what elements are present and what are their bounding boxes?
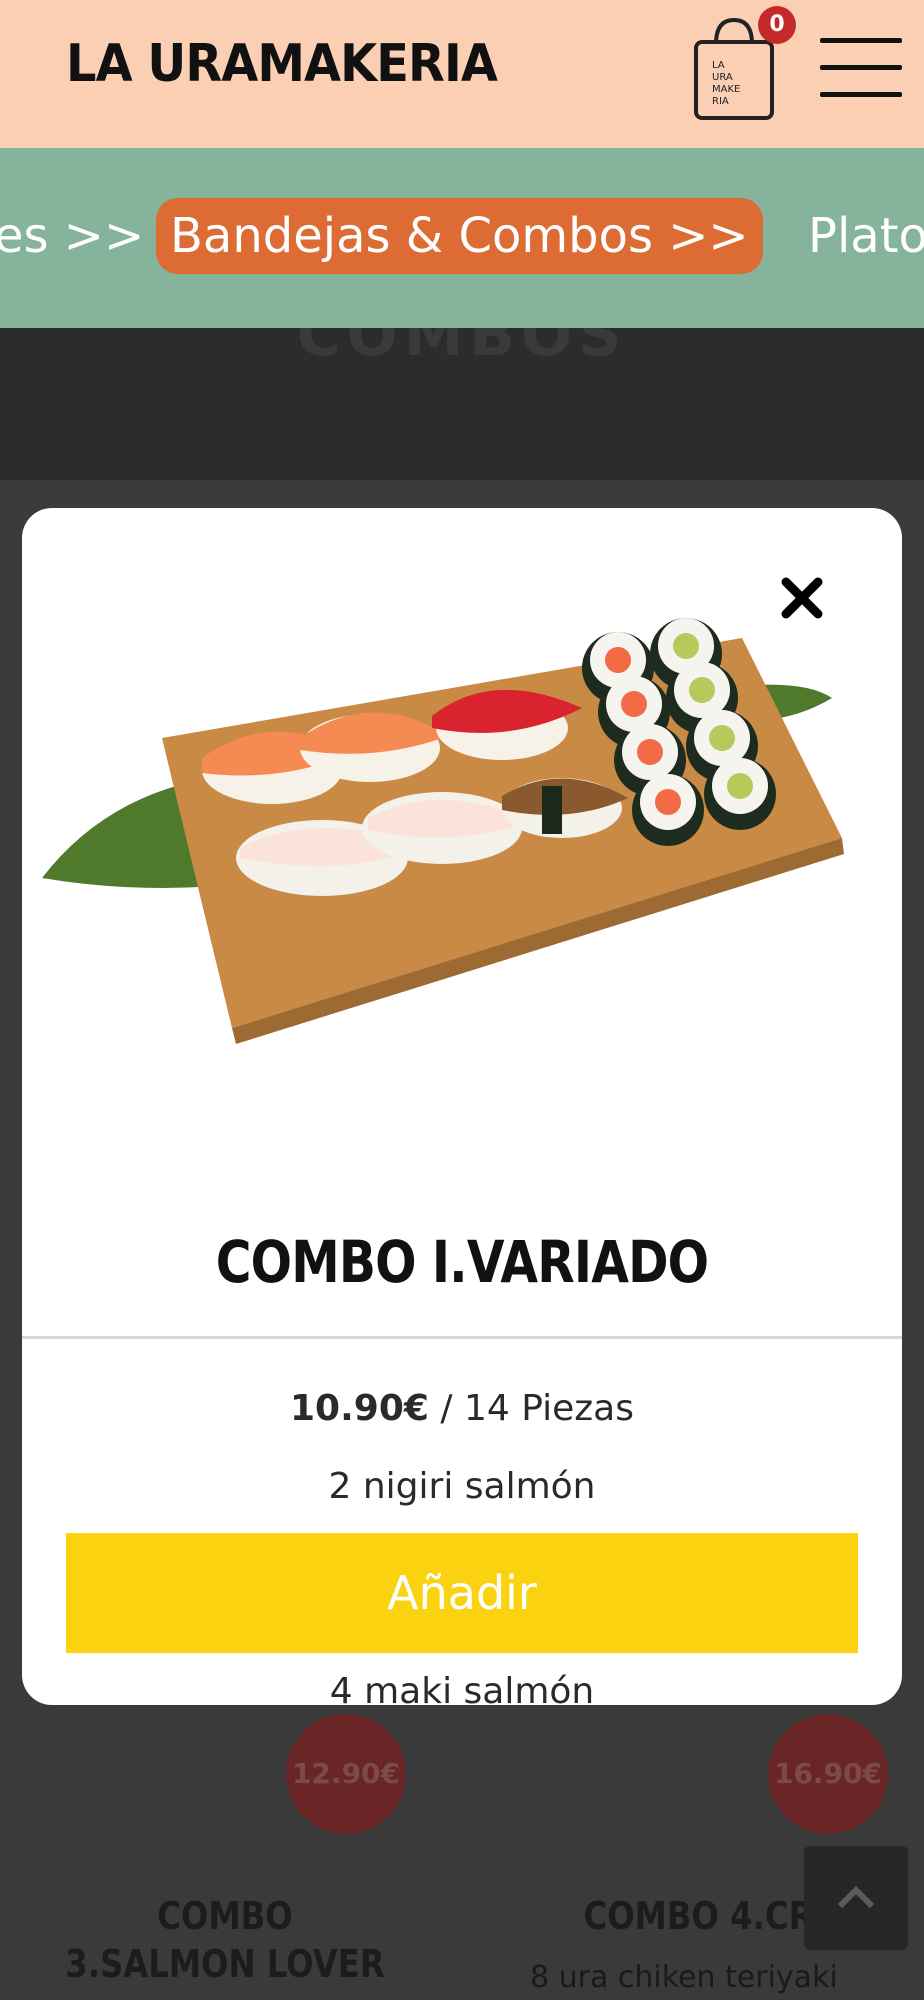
price-line: 10.90€ / 14 Piezas — [22, 1388, 902, 1429]
price-badge: 12.90€ — [286, 1714, 406, 1834]
chevron-up-icon — [837, 1885, 875, 1909]
product-image — [42, 618, 844, 1044]
category-tab-platos[interactable]: Plato — [808, 198, 924, 274]
site-logo[interactable]: LA URAMAKERIA — [66, 30, 498, 98]
price-badge: 16.90€ — [768, 1714, 888, 1834]
cart-count-badge: 0 — [758, 6, 796, 44]
product-item: 4 maki salmón — [329, 1671, 595, 1705]
category-tab-prev[interactable]: es >> — [0, 198, 144, 274]
category-nav: es >> Bandejas & Combos >> Plato — [0, 148, 924, 328]
product-name: COMBO 3.SALMON LOVER — [65, 1894, 385, 1986]
bag-label-line: URA — [712, 72, 733, 83]
scroll-to-top-button[interactable] — [804, 1846, 908, 1950]
product-description: 8 ura chiken teriyaki — [530, 1960, 838, 1995]
site-header: LA URAMAKERIA LA URA MAKE RIA 0 — [0, 0, 924, 148]
divider — [22, 1336, 902, 1339]
menu-icon[interactable] — [820, 38, 902, 98]
product-unit: / 14 Piezas — [440, 1388, 634, 1429]
bag-label-line: RIA — [712, 96, 729, 107]
bag-label-line: MAKE — [712, 84, 740, 95]
bag-label-line: LA — [712, 60, 725, 71]
close-icon[interactable] — [774, 570, 830, 626]
product-modal: COMBO I.VARIADO 10.90€ / 14 Piezas 2 nig… — [22, 508, 902, 1705]
category-tab-bandejas-combos[interactable]: Bandejas & Combos >> — [156, 198, 763, 274]
product-item: 2 nigiri salmón — [328, 1466, 596, 1507]
product-title: COMBO I.VARIADO — [215, 1228, 709, 1296]
add-to-cart-button[interactable]: Añadir — [66, 1533, 858, 1653]
product-price: 10.90€ — [290, 1388, 429, 1429]
